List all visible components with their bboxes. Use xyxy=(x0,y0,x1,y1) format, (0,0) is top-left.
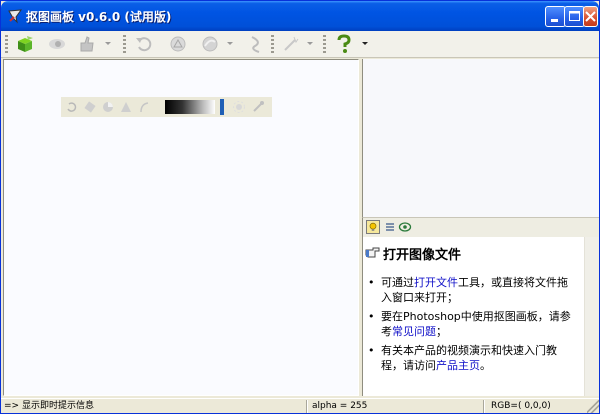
eyedropper-icon[interactable] xyxy=(251,100,265,114)
preview-pane xyxy=(362,59,599,217)
info-panel: 打开图像文件 • 可通过打开文件工具，或直接将文件拖入窗口来打开； • 要在Ph… xyxy=(362,237,599,396)
window-title: 抠图画板 v0.6.0 (试用版) xyxy=(26,10,172,24)
open-file-link[interactable]: 打开文件 xyxy=(414,276,458,289)
ellipse-icon[interactable] xyxy=(200,34,220,54)
status-bar: => 显示即时提示信息 alpha = 255 RGB=( 0,0,0) xyxy=(1,398,599,413)
bullet-icon: • xyxy=(368,276,375,289)
main-toolbar xyxy=(1,31,599,58)
status-alpha: alpha = 255 xyxy=(312,401,368,411)
gradient-slider[interactable] xyxy=(165,100,215,114)
toolbar-grip[interactable] xyxy=(323,35,326,54)
floating-toolbar xyxy=(61,97,272,117)
curve-icon[interactable] xyxy=(247,34,267,54)
open-cube-icon[interactable] xyxy=(15,34,35,54)
undo-icon[interactable] xyxy=(65,100,79,114)
bullet-icon: • xyxy=(368,310,375,323)
lightbulb-icon[interactable] xyxy=(366,220,380,234)
chevron-down-icon[interactable] xyxy=(105,42,111,45)
info-item: • 有关本产品的视频演示和快速入门教程，请访问产品主页。 xyxy=(368,344,557,372)
app-icon xyxy=(8,9,23,24)
slider-handle[interactable] xyxy=(220,99,224,115)
eye-icon[interactable] xyxy=(398,220,412,234)
help-icon[interactable] xyxy=(334,34,354,54)
thumb-icon[interactable] xyxy=(77,34,97,54)
close-button[interactable] xyxy=(583,6,598,27)
toolbar-grip[interactable] xyxy=(271,35,274,54)
title-bar[interactable]: 抠图画板 v0.6.0 (试用版) xyxy=(1,1,599,31)
eraser-icon[interactable] xyxy=(83,100,97,114)
info-scrollbar[interactable] xyxy=(584,237,599,396)
chevron-down-icon[interactable] xyxy=(362,42,368,45)
status-hint: => 显示即时提示信息 xyxy=(4,401,94,411)
undo-icon[interactable] xyxy=(134,34,154,54)
resize-grip[interactable] xyxy=(587,400,599,413)
sun-icon[interactable] xyxy=(232,100,246,114)
toolbar-grip[interactable] xyxy=(123,35,126,54)
triangle-icon[interactable] xyxy=(119,100,133,114)
list-icon[interactable] xyxy=(383,220,397,234)
eye-icon[interactable] xyxy=(47,34,67,54)
chevron-down-icon[interactable] xyxy=(227,42,233,45)
curve-icon[interactable] xyxy=(137,100,151,114)
minimize-icon xyxy=(551,19,558,22)
pointing-hand-icon xyxy=(365,247,380,258)
maximize-icon xyxy=(569,11,580,21)
close-icon xyxy=(585,11,596,22)
info-item: • 要在Photoshop中使用抠图画板，请参考常见问题； xyxy=(368,310,571,338)
app-window: 抠图画板 v0.6.0 (试用版) 打开图像文件 • 可通过打开文件工具，或直接… xyxy=(0,0,600,414)
minimize-button[interactable] xyxy=(545,6,566,27)
toolbar-grip[interactable] xyxy=(5,35,8,54)
chevron-down-icon[interactable] xyxy=(307,42,313,45)
maximize-button[interactable] xyxy=(564,6,585,27)
info-item: • 可通过打开文件工具，或直接将文件拖入窗口来打开； xyxy=(368,276,568,304)
canvas-area[interactable] xyxy=(3,59,359,396)
status-rgb: RGB=( 0,0,0) xyxy=(491,401,551,411)
bullet-icon: • xyxy=(368,344,375,357)
lasso-icon[interactable] xyxy=(168,34,188,54)
wand-icon[interactable] xyxy=(281,34,301,54)
info-heading: 打开图像文件 xyxy=(383,248,462,263)
info-tabs xyxy=(362,217,599,237)
product-homepage-link[interactable]: 产品主页 xyxy=(436,359,480,372)
faq-link[interactable]: 常见问题 xyxy=(392,325,436,338)
pie-icon[interactable] xyxy=(101,100,115,114)
